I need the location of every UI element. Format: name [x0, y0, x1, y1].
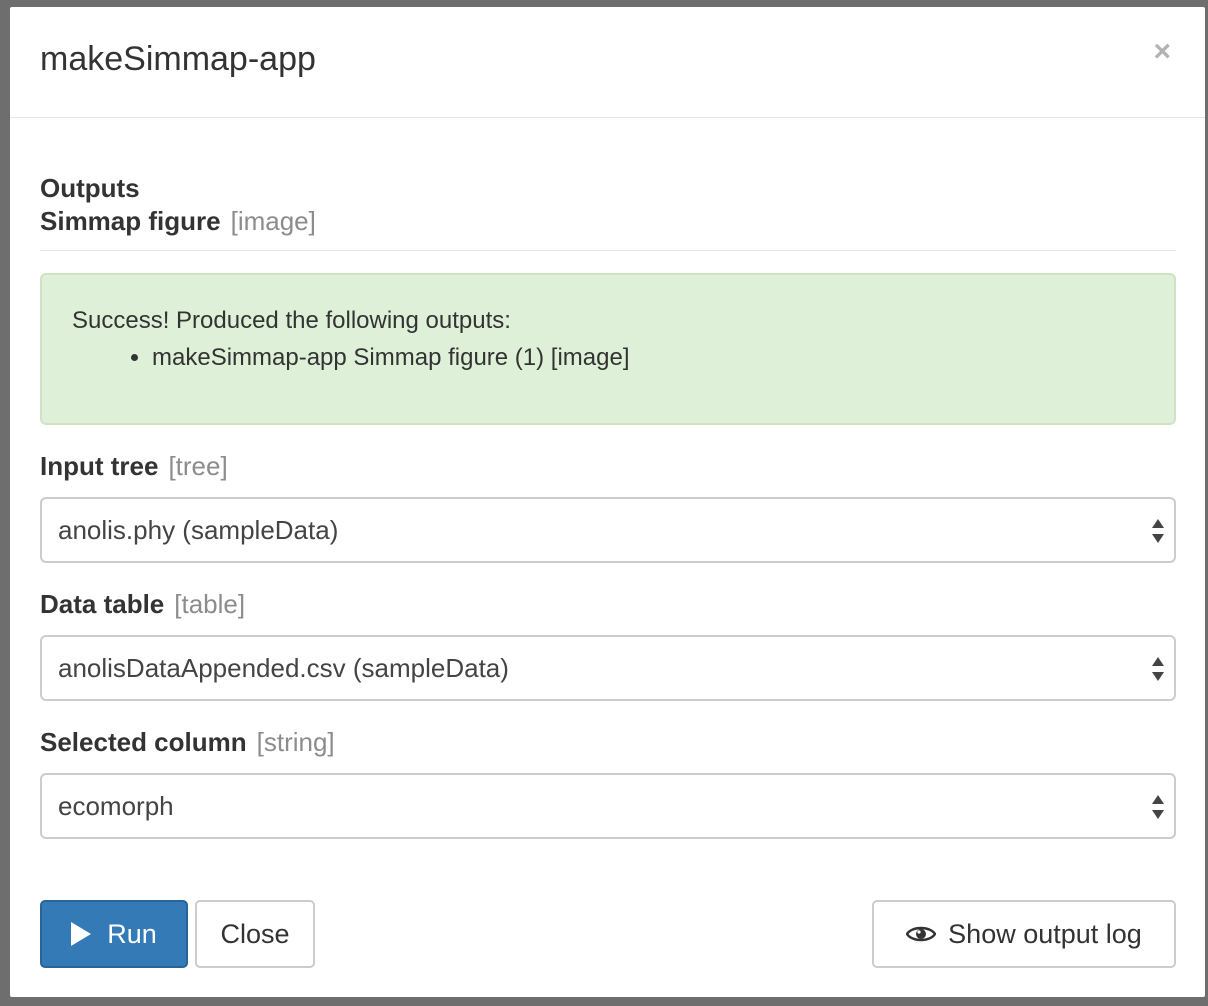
output-figure-label: Simmap figure [image] — [40, 204, 1176, 238]
field-data-table: Data table [table] anolisDataAppended.csv… — [40, 587, 1176, 701]
field-label-text: Input tree — [40, 451, 159, 481]
field-label: Input tree [tree] — [40, 449, 1176, 483]
close-icon[interactable]: × — [1153, 37, 1171, 67]
modal-footer: Run Close Show output log — [40, 900, 1176, 968]
alert-message: Success! Produced the following outputs: — [72, 307, 511, 334]
input-tree-select[interactable]: anolis.phy (sampleData) — [40, 497, 1176, 563]
show-output-log-label: Show output log — [948, 918, 1142, 949]
select-value: anolisDataAppended.csv (sampleData) — [58, 653, 509, 683]
close-button-label: Close — [220, 918, 290, 949]
run-button-label: Run — [107, 918, 157, 949]
field-label: Data table [table] — [40, 587, 1176, 621]
data-table-select[interactable]: anolisDataAppended.csv (sampleData) — [40, 635, 1176, 701]
field-type-tag: [string] — [256, 727, 335, 757]
close-button[interactable]: Close — [195, 900, 315, 968]
modal-dialog: makeSimmap-app × Outputs Simmap figure [i… — [10, 7, 1205, 997]
field-selected-column: Selected column [string] ecomorph — [40, 725, 1176, 839]
eye-icon — [906, 926, 937, 942]
sort-arrows-icon — [1152, 795, 1164, 819]
select-value: ecomorph — [58, 791, 174, 821]
show-output-log-button[interactable]: Show output log — [872, 900, 1176, 968]
play-icon — [71, 922, 92, 946]
modal-body: Outputs Simmap figure [image] Success! Pr… — [40, 172, 1176, 839]
field-type-tag: [table] — [174, 589, 246, 619]
field-label-text: Data table — [40, 589, 165, 619]
divider — [40, 250, 1176, 251]
outputs-heading: Outputs — [40, 173, 140, 203]
alert-output-list: makeSimmap-app Simmap figure (1) [image] — [72, 343, 1144, 373]
output-figure-name: Simmap figure — [40, 206, 221, 236]
success-alert: Success! Produced the following outputs:… — [40, 273, 1176, 425]
selected-column-select[interactable]: ecomorph — [40, 773, 1176, 839]
field-type-tag: [tree] — [168, 451, 228, 481]
field-label-text: Selected column — [40, 727, 247, 757]
select-value: anolis.phy (sampleData) — [58, 515, 339, 545]
modal-title: makeSimmap-app — [40, 40, 316, 78]
field-input-tree: Input tree [tree] anolis.phy (sampleData) — [40, 449, 1176, 563]
alert-output-item: makeSimmap-app Simmap figure (1) [image] — [152, 343, 1144, 373]
field-label: Selected column [string] — [40, 725, 1176, 759]
run-button[interactable]: Run — [40, 900, 188, 968]
modal-header: makeSimmap-app × — [10, 7, 1205, 118]
sort-arrows-icon — [1152, 657, 1164, 681]
sort-arrows-icon — [1152, 519, 1164, 543]
output-figure-type: [image] — [230, 206, 316, 236]
